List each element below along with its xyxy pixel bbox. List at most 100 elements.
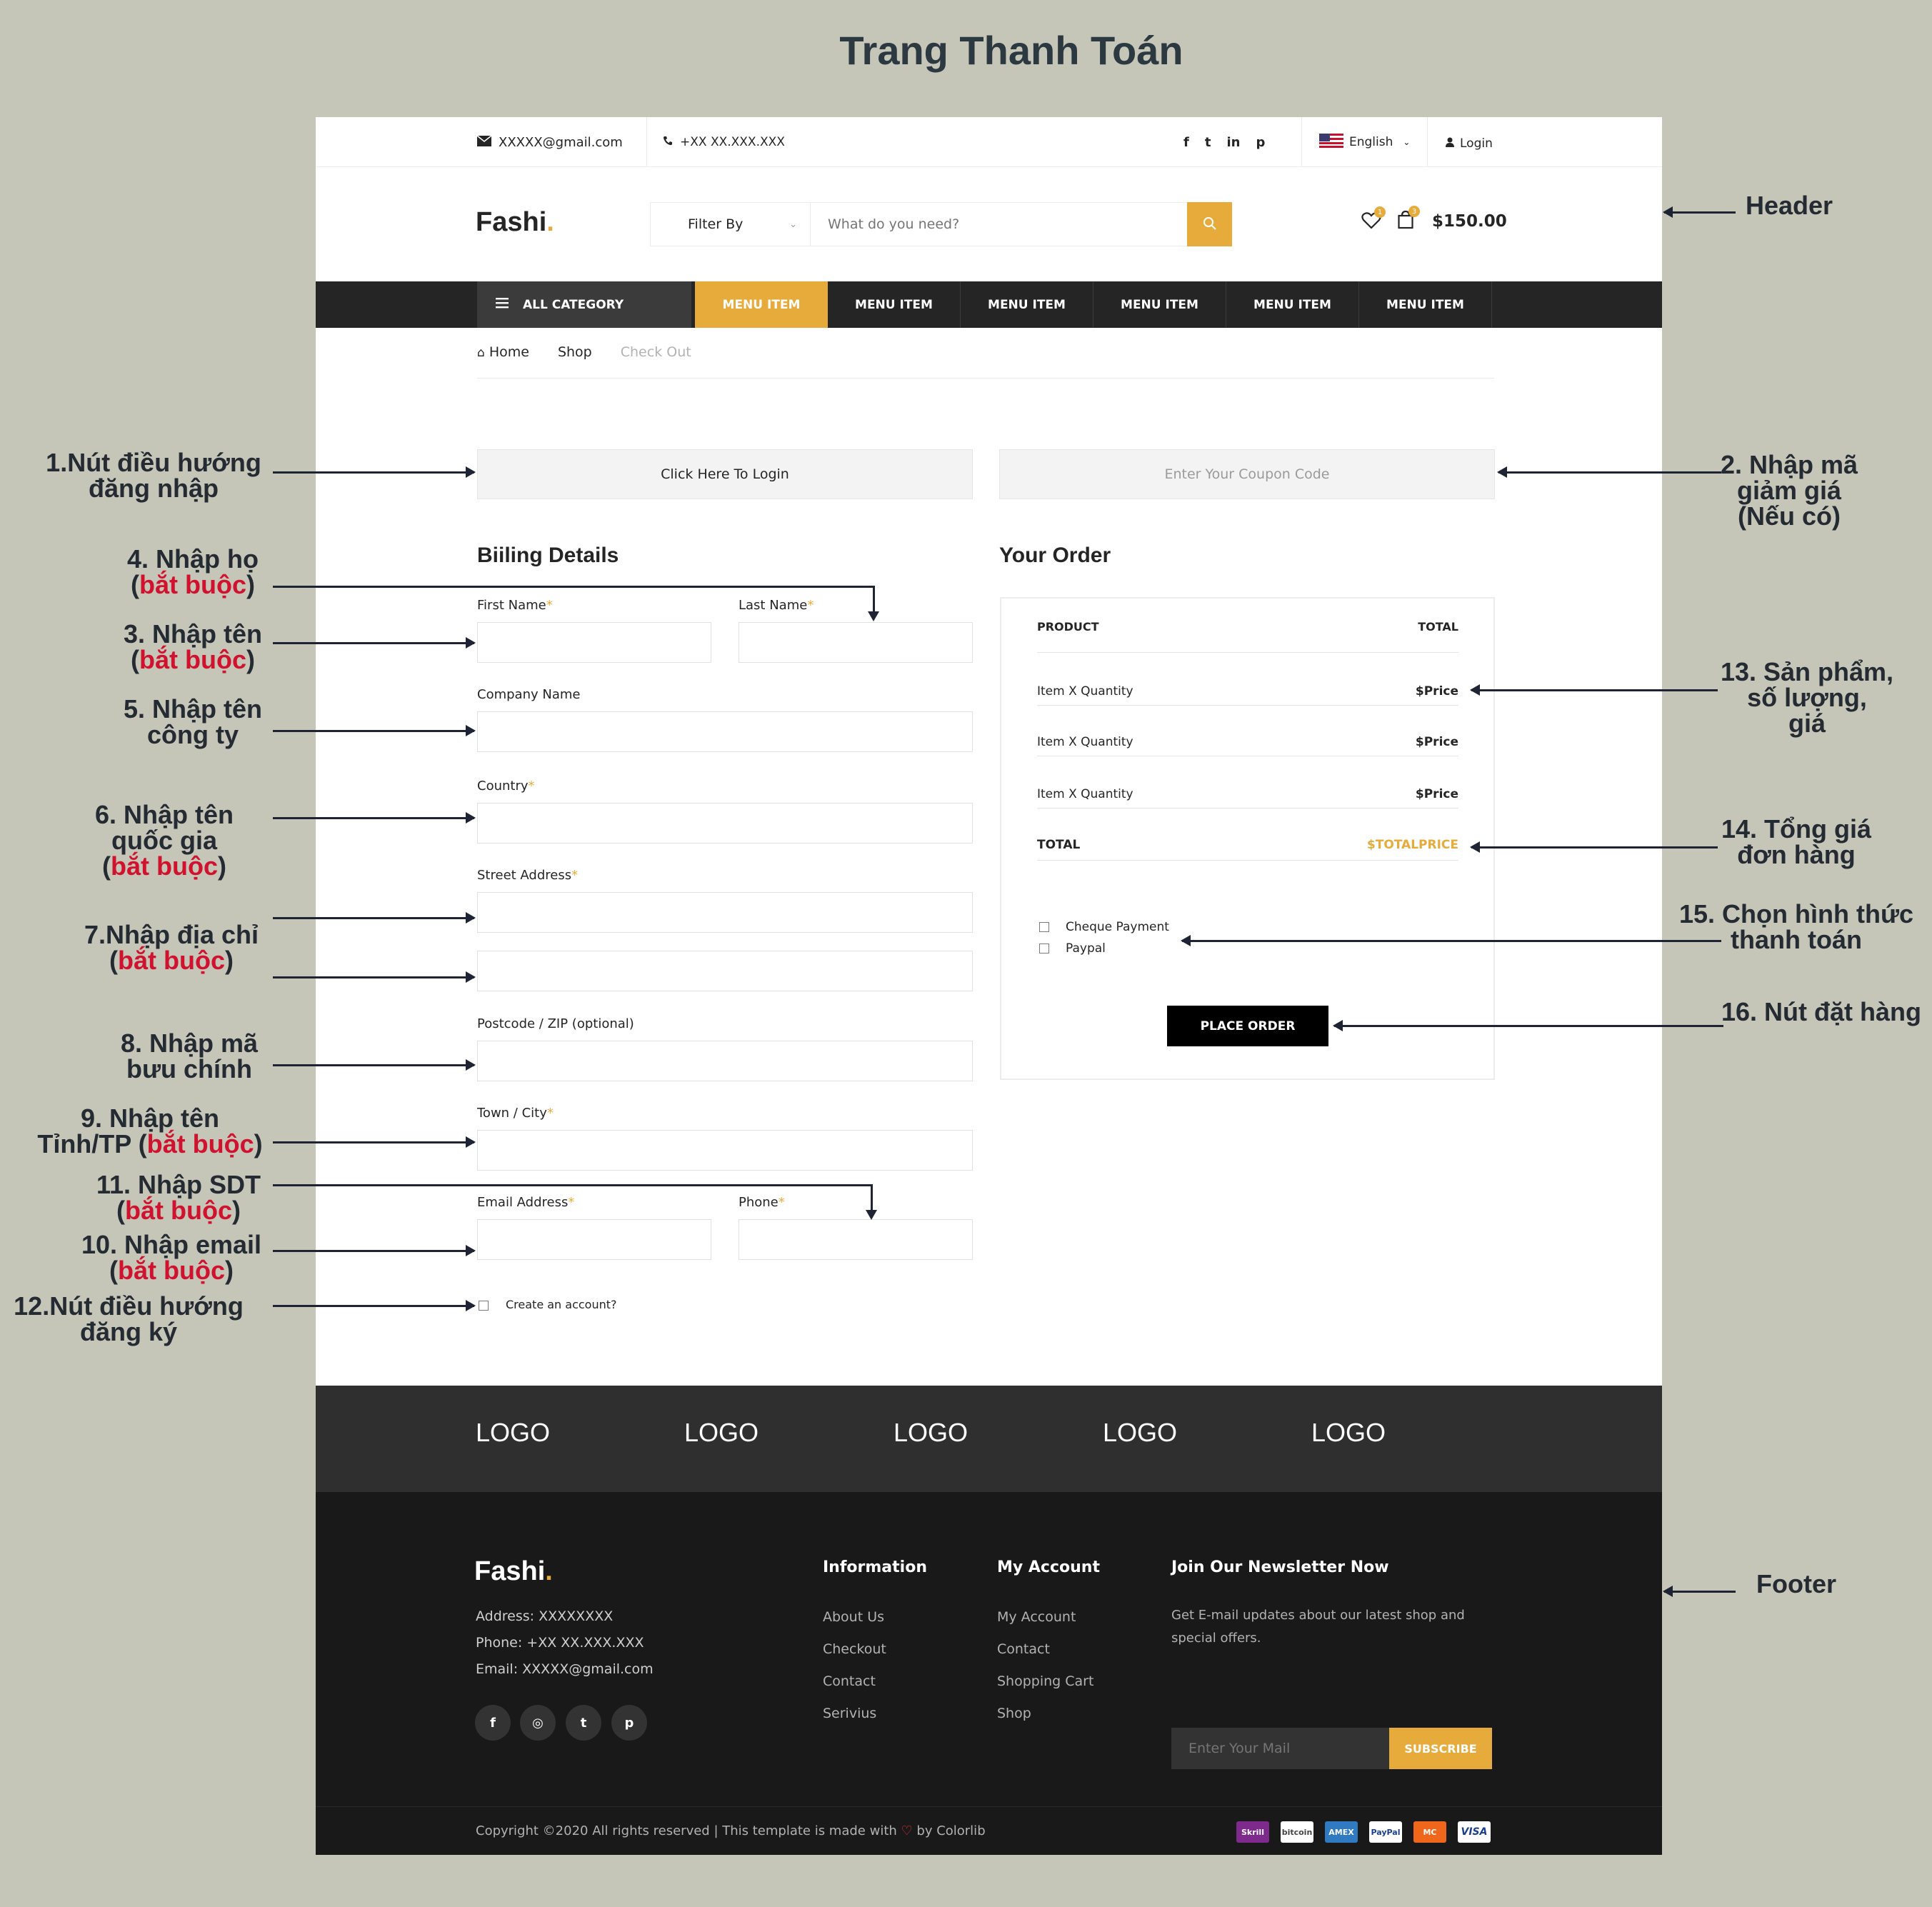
topbar-email: XXXXX@gmail.com <box>476 117 623 167</box>
footer-logo[interactable]: Fashi. <box>474 1556 553 1587</box>
footer-link[interactable]: Checkout <box>823 1641 886 1657</box>
annotation-15: 15. Chọn hình thức thanh toán <box>1678 899 1914 954</box>
breadcrumb-shop[interactable]: Shop <box>558 344 592 378</box>
order-item-row: Item X Quantity $Price <box>1037 735 1458 756</box>
menu-item[interactable]: MENU ITEM <box>1226 281 1359 328</box>
us-flag-icon <box>1319 133 1343 151</box>
paypal-checkbox[interactable] <box>1039 944 1049 954</box>
pinterest-icon[interactable]: p <box>611 1705 647 1741</box>
footer-link[interactable]: About Us <box>823 1609 884 1625</box>
annotation-arrow <box>273 725 476 736</box>
menu-item-active[interactable]: MENU ITEM <box>695 281 828 328</box>
annotation-3: 3. Nhập tên (bắt buộc) <box>123 619 263 674</box>
cart-button[interactable]: 3 <box>1398 206 1420 232</box>
item-price: $Price <box>1415 787 1458 801</box>
partner-logo: LOGO <box>476 1418 551 1447</box>
annotation-arrow <box>1497 466 1721 478</box>
order-item-row: Item X Quantity $Price <box>1037 684 1458 706</box>
filter-select[interactable]: Filter By ⌄ <box>650 202 811 246</box>
last-name-field[interactable] <box>739 622 973 663</box>
annotation-10: 10. Nhập email (bắt buộc) <box>81 1230 262 1285</box>
pinterest-icon[interactable]: p <box>1256 135 1265 150</box>
footer-phone: Phone: +XX XX.XXX.XXX <box>476 1635 644 1651</box>
street-field[interactable] <box>477 892 973 933</box>
annotation-arrow <box>866 1184 877 1220</box>
footer-email: Email: XXXXX@gmail.com <box>476 1661 654 1677</box>
breadcrumb-home[interactable]: ⌂ Home <box>477 344 529 378</box>
coupon-input[interactable]: Enter Your Coupon Code <box>999 449 1495 499</box>
town-field[interactable] <box>477 1130 973 1171</box>
menu-item[interactable]: MENU ITEM <box>961 281 1093 328</box>
annotation-9: 9. Nhập tên Tỉnh/TP (bắt buộc) <box>37 1103 263 1158</box>
cheque-payment-label[interactable]: Cheque Payment <box>1066 920 1169 934</box>
email-field[interactable] <box>477 1219 711 1260</box>
postcode-label: Postcode / ZIP (optional) <box>477 1016 634 1031</box>
wishlist-button[interactable]: 1 <box>1361 206 1386 232</box>
street-field-2[interactable] <box>477 951 973 991</box>
divider <box>1427 117 1428 167</box>
filter-label: Filter By <box>688 216 744 232</box>
paypal-label[interactable]: Paypal <box>1066 941 1106 956</box>
wishlist-count-badge: 1 <box>1374 206 1386 218</box>
footer-link[interactable]: My Account <box>997 1609 1076 1625</box>
annotation-2: 2. Nhập mã giảm giá (Nếu có) <box>1720 450 1858 531</box>
login-prompt-button[interactable]: Click Here To Login <box>477 449 973 499</box>
phone-field[interactable] <box>739 1219 973 1260</box>
footer-link[interactable]: Contact <box>823 1673 876 1689</box>
heart-icon <box>1361 212 1381 232</box>
cart-count-badge: 3 <box>1408 206 1420 217</box>
colorlib-link[interactable]: by Colorlib <box>916 1823 985 1838</box>
menu-item[interactable]: MENU ITEM <box>1093 281 1226 328</box>
divider <box>646 117 647 167</box>
order-item-row: Item X Quantity $Price <box>1037 787 1458 809</box>
cart-total: $150.00 <box>1432 212 1507 231</box>
linkedin-icon[interactable]: in <box>1226 135 1240 150</box>
bitcoin-icon: bitcoin <box>1281 1821 1313 1843</box>
annotation-13: 13. Sản phẩm, số lượng, giá <box>1720 657 1894 738</box>
annotation-arrow <box>273 912 476 924</box>
place-order-button[interactable]: PLACE ORDER <box>1167 1006 1328 1046</box>
footer-link[interactable]: Serivius <box>823 1706 876 1721</box>
twitter-icon[interactable]: t <box>566 1705 601 1741</box>
annotation-16: 16. Nút đặt hàng <box>1721 997 1922 1026</box>
facebook-icon[interactable]: f <box>475 1705 511 1741</box>
menu-item[interactable]: MENU ITEM <box>828 281 961 328</box>
site-logo[interactable]: Fashi. <box>476 207 554 238</box>
visa-icon: VISA <box>1458 1821 1491 1843</box>
newsletter-text: Get E-mail updates about our latest shop… <box>1171 1608 1465 1623</box>
annotation-arrow <box>273 971 476 983</box>
annotation-4: 4. Nhập họ (bắt buộc) <box>126 544 259 599</box>
phone-icon <box>663 135 673 149</box>
footer-link[interactable]: Contact <box>997 1641 1050 1657</box>
footer-address: Address: XXXXXXXX <box>476 1608 614 1624</box>
instagram-icon[interactable]: ◎ <box>520 1705 556 1741</box>
search-input[interactable] <box>811 202 1188 246</box>
partner-logo: LOGO <box>684 1418 759 1447</box>
login-link[interactable]: Login <box>1446 119 1493 169</box>
subscribe-button[interactable]: SUBSCRIBE <box>1389 1728 1492 1769</box>
create-account-label[interactable]: Create an account? <box>506 1298 617 1311</box>
search-button[interactable] <box>1187 202 1232 246</box>
first-name-field[interactable] <box>477 622 711 663</box>
all-category-button[interactable]: ALL CATEGORY <box>477 281 691 328</box>
newsletter-email-input[interactable] <box>1171 1728 1389 1769</box>
cheque-payment-checkbox[interactable] <box>1039 922 1049 932</box>
footer-link[interactable]: Shop <box>997 1706 1031 1721</box>
create-account-checkbox[interactable] <box>479 1301 489 1311</box>
annotation-header: Header <box>1745 191 1833 220</box>
facebook-icon[interactable]: f <box>1183 135 1189 150</box>
language-select[interactable]: English ⌄ <box>1319 117 1410 167</box>
order-total-row: TOTAL $TOTALPRICE <box>1037 838 1458 861</box>
breadcrumb-current: Check Out <box>620 344 691 360</box>
document-title: Trang Thanh Toán <box>839 28 1183 73</box>
footer-link[interactable]: Shopping Cart <box>997 1673 1093 1689</box>
company-field[interactable] <box>477 711 973 752</box>
chevron-down-icon: ⌄ <box>789 219 797 230</box>
item-price: $Price <box>1415 735 1458 749</box>
annotation-arrow <box>273 1136 476 1148</box>
menu-item[interactable]: MENU ITEM <box>1359 281 1492 328</box>
postcode-field[interactable] <box>477 1041 973 1081</box>
country-field[interactable] <box>477 803 973 844</box>
twitter-icon[interactable]: t <box>1205 135 1211 150</box>
total-column-header: TOTAL <box>1418 620 1458 634</box>
